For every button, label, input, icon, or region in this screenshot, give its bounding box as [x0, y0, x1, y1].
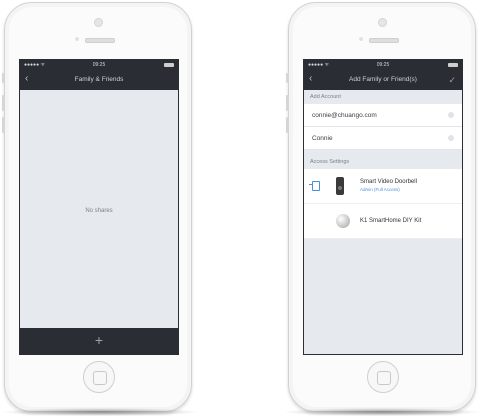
proximity-sensor [75, 37, 79, 41]
name-value: Connie [312, 135, 333, 142]
right-screen: ●●●●● ᯤ 09:25 ‹ Add Family or Friend(s) … [303, 59, 463, 355]
device-row-kit[interactable]: K1 SmartHome DIY Kit [304, 204, 462, 239]
assign-icon[interactable] [309, 181, 320, 191]
status-bar: ●●●●● ᯤ 09:25 [304, 60, 462, 70]
empty-state-message: No shares [85, 208, 113, 214]
name-field[interactable]: Connie [304, 127, 462, 150]
add-account-header: Add Account [304, 90, 462, 104]
front-camera [378, 18, 387, 27]
volume-down-button [2, 117, 5, 133]
access-settings-header: Access Settings [304, 155, 462, 169]
earpiece-speaker [85, 38, 115, 43]
home-button [83, 361, 115, 393]
volume-down-button [286, 117, 289, 133]
proximity-sensor [359, 37, 363, 41]
email-value: connie@chuango.com [312, 112, 377, 119]
clear-name-icon[interactable] [448, 135, 454, 141]
nav-bar: ‹ Add Family or Friend(s) ✓ [304, 70, 462, 90]
device-row-doorbell[interactable]: Smart Video Doorbell Admin (Full Access) [304, 169, 462, 204]
device-permission: Admin (Full Access) [360, 187, 400, 192]
page-title: Add Family or Friend(s) [349, 76, 417, 83]
mute-switch [286, 73, 289, 83]
email-field[interactable]: connie@chuango.com [304, 104, 462, 127]
smarthome-kit-device-icon [336, 214, 350, 228]
home-square-icon [377, 371, 391, 385]
device-name: K1 SmartHome DIY Kit [360, 218, 422, 224]
device-name: Smart Video Doorbell [360, 179, 417, 185]
battery-icon [448, 63, 458, 67]
status-time: 09:25 [376, 62, 390, 68]
home-button [367, 361, 399, 393]
left-phone: ●●●●● ᯤ 09:25 ‹ Family & Friends No shar… [2, 2, 192, 412]
bottom-bar: + [20, 328, 178, 354]
right-phone-shadow [282, 408, 478, 416]
status-bar: ●●●●● ᯤ 09:25 [20, 60, 178, 70]
volume-up-button [2, 95, 5, 111]
left-screen: ●●●●● ᯤ 09:25 ‹ Family & Friends No shar… [19, 59, 179, 355]
doorbell-device-icon [336, 177, 344, 195]
earpiece-speaker [369, 38, 399, 43]
confirm-check-icon[interactable]: ✓ [448, 75, 456, 86]
status-time: 09:25 [92, 62, 106, 68]
front-camera [94, 18, 103, 27]
nav-bar: ‹ Family & Friends [20, 70, 178, 90]
right-phone: ●●●●● ᯤ 09:25 ‹ Add Family or Friend(s) … [286, 2, 476, 412]
left-phone-shadow [0, 408, 200, 416]
page-title: Family & Friends [74, 76, 124, 83]
battery-icon [164, 63, 174, 67]
volume-up-button [286, 95, 289, 111]
home-square-icon [93, 371, 107, 385]
add-share-button[interactable]: + [20, 333, 178, 347]
mute-switch [2, 73, 5, 83]
clear-email-icon[interactable] [448, 112, 454, 118]
